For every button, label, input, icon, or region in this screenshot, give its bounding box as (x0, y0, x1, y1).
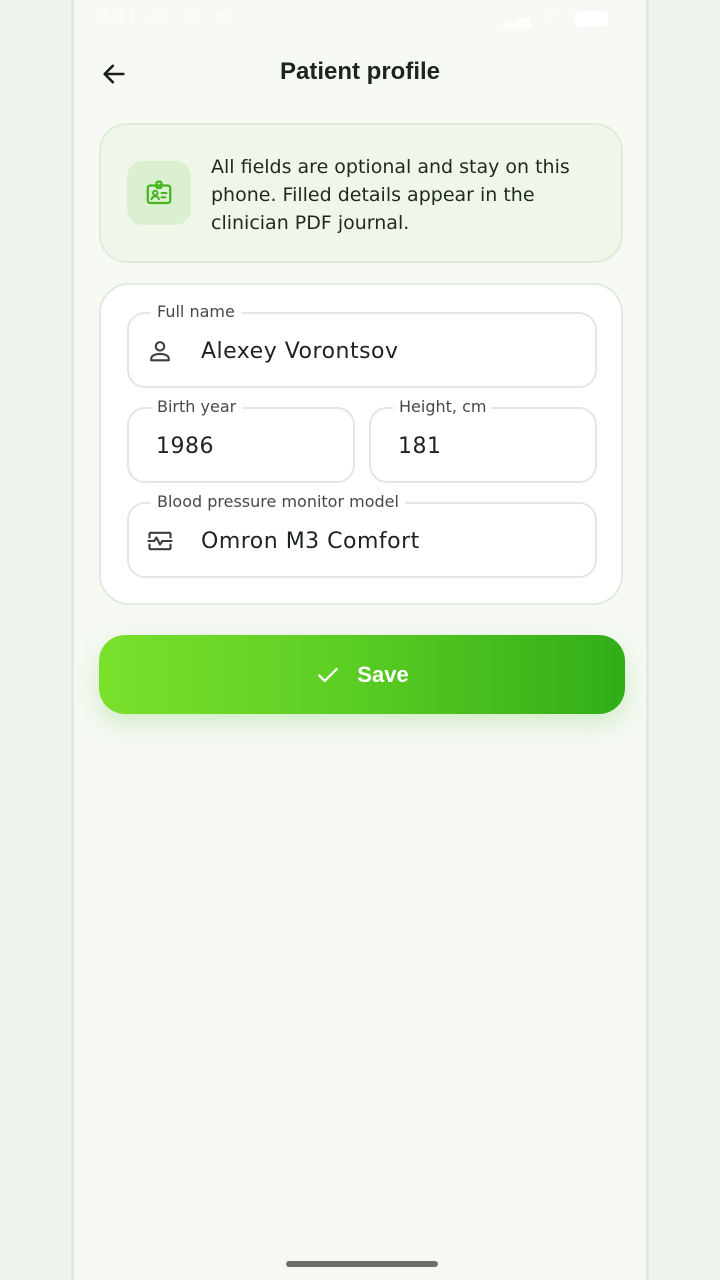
monitor-model-label: Blood pressure monitor model (151, 491, 405, 513)
save-button-label: Save (357, 661, 409, 687)
status-bar: 3:11 ◎ ⊘ ⊚ ▂▄ ◠ (74, 0, 646, 34)
monitor-model-field[interactable]: Blood pressure monitor model (127, 491, 597, 578)
monitor-model-input[interactable] (201, 528, 531, 556)
home-indicator[interactable] (286, 1261, 438, 1267)
info-text: All fields are optional and stay on this… (211, 156, 570, 234)
page-title: Patient profile (279, 58, 441, 85)
target-icon: ⊚ (214, 7, 229, 27)
save-button[interactable]: Save (99, 635, 625, 714)
info-icon-container (127, 161, 191, 225)
status-icons-right: ▂▄ ◠ (495, 8, 608, 29)
birth-year-input[interactable] (156, 433, 336, 461)
check-icon (315, 662, 341, 688)
wifi-icon: ◠ (544, 8, 561, 29)
status-time: 3:11 (98, 6, 139, 27)
app-screen: 3:11 ◎ ⊘ ⊚ ▂▄ ◠ Patient profile All fiel… (71, 0, 649, 1280)
birth-year-label: Birth year (151, 396, 243, 418)
height-label: Height, cm (393, 396, 493, 418)
height-input[interactable] (398, 433, 578, 461)
birth-year-field[interactable]: Birth year (127, 396, 355, 483)
pulse-monitor-icon (145, 526, 175, 556)
signal-icon: ▂▄ (503, 8, 531, 29)
full-name-label: Full name (151, 301, 241, 323)
height-field[interactable]: Height, cm (369, 396, 597, 483)
person-icon (145, 336, 175, 366)
status-icons-left: ◎ ⊘ ⊚ (150, 6, 241, 27)
full-name-input[interactable] (201, 338, 531, 366)
do-not-disturb-icon: ⊘ (182, 7, 197, 27)
profile-form-card: Full name Birth year Height, cm Blood pr… (99, 283, 623, 605)
info-card: All fields are optional and stay on this… (99, 123, 623, 263)
sync-icon: ◎ (150, 7, 165, 27)
full-name-field[interactable]: Full name (127, 301, 597, 388)
top-app-bar: Patient profile (74, 40, 646, 106)
battery-icon (574, 11, 608, 27)
id-badge-icon (146, 180, 172, 205)
